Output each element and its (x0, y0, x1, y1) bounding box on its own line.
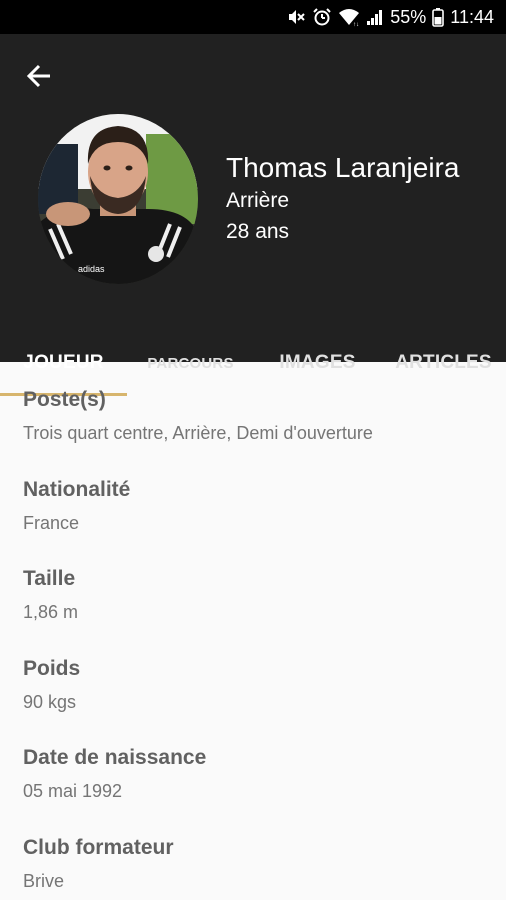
player-position: Arrière (226, 189, 290, 212)
player-details: Poste(s) Trois quart centre, Arrière, De… (23, 362, 483, 899)
detail-value: 05 mai 1992 (23, 781, 123, 801)
detail-birthdate: Date de naissance 05 mai 1992 (23, 720, 483, 810)
detail-label: Taille (23, 567, 76, 590)
back-button[interactable] (20, 56, 60, 96)
svg-text:adidas: adidas (78, 264, 105, 274)
signal-icon (366, 8, 384, 26)
detail-label: Date de naissance (23, 746, 207, 769)
player-age: 28 ans (226, 220, 290, 243)
mute-icon (286, 7, 306, 27)
detail-label: Poste(s) (23, 388, 106, 411)
detail-value: Brive (23, 870, 65, 891)
alarm-icon (312, 7, 332, 27)
detail-training-club: Club formateur Brive (23, 810, 483, 900)
detail-value: Trois quart centre, Arrière, Demi d'ouve… (23, 423, 373, 443)
battery-icon (432, 7, 445, 27)
detail-value: 1,86 m (23, 602, 79, 622)
status-bar: ↑↓ 55% 11:44 (0, 0, 506, 34)
detail-nationality: Nationalité France (23, 452, 483, 542)
arrow-left-icon (26, 64, 50, 88)
detail-height: Taille 1,86 m (23, 541, 483, 631)
detail-value: 90 kgs (23, 691, 77, 712)
detail-label: Nationalité (23, 477, 131, 501)
detail-label: Club formateur (23, 835, 174, 859)
battery-percent: 55% (390, 6, 427, 27)
player-avatar: adidas (38, 114, 198, 284)
detail-positions: Poste(s) Trois quart centre, Arrière, De… (23, 362, 483, 452)
wifi-icon: ↑↓ (338, 7, 360, 27)
svg-text:↑↓: ↑↓ (353, 22, 359, 27)
detail-value: France (23, 512, 80, 533)
detail-weight: Poids 90 kgs (23, 631, 483, 721)
player-name: Thomas Laranjeira (226, 152, 460, 183)
clock: 11:44 (450, 6, 494, 27)
detail-label: Poids (23, 656, 81, 680)
player-header: adidas Thomas Laranjeira Arrière 28 ans … (0, 34, 506, 396)
